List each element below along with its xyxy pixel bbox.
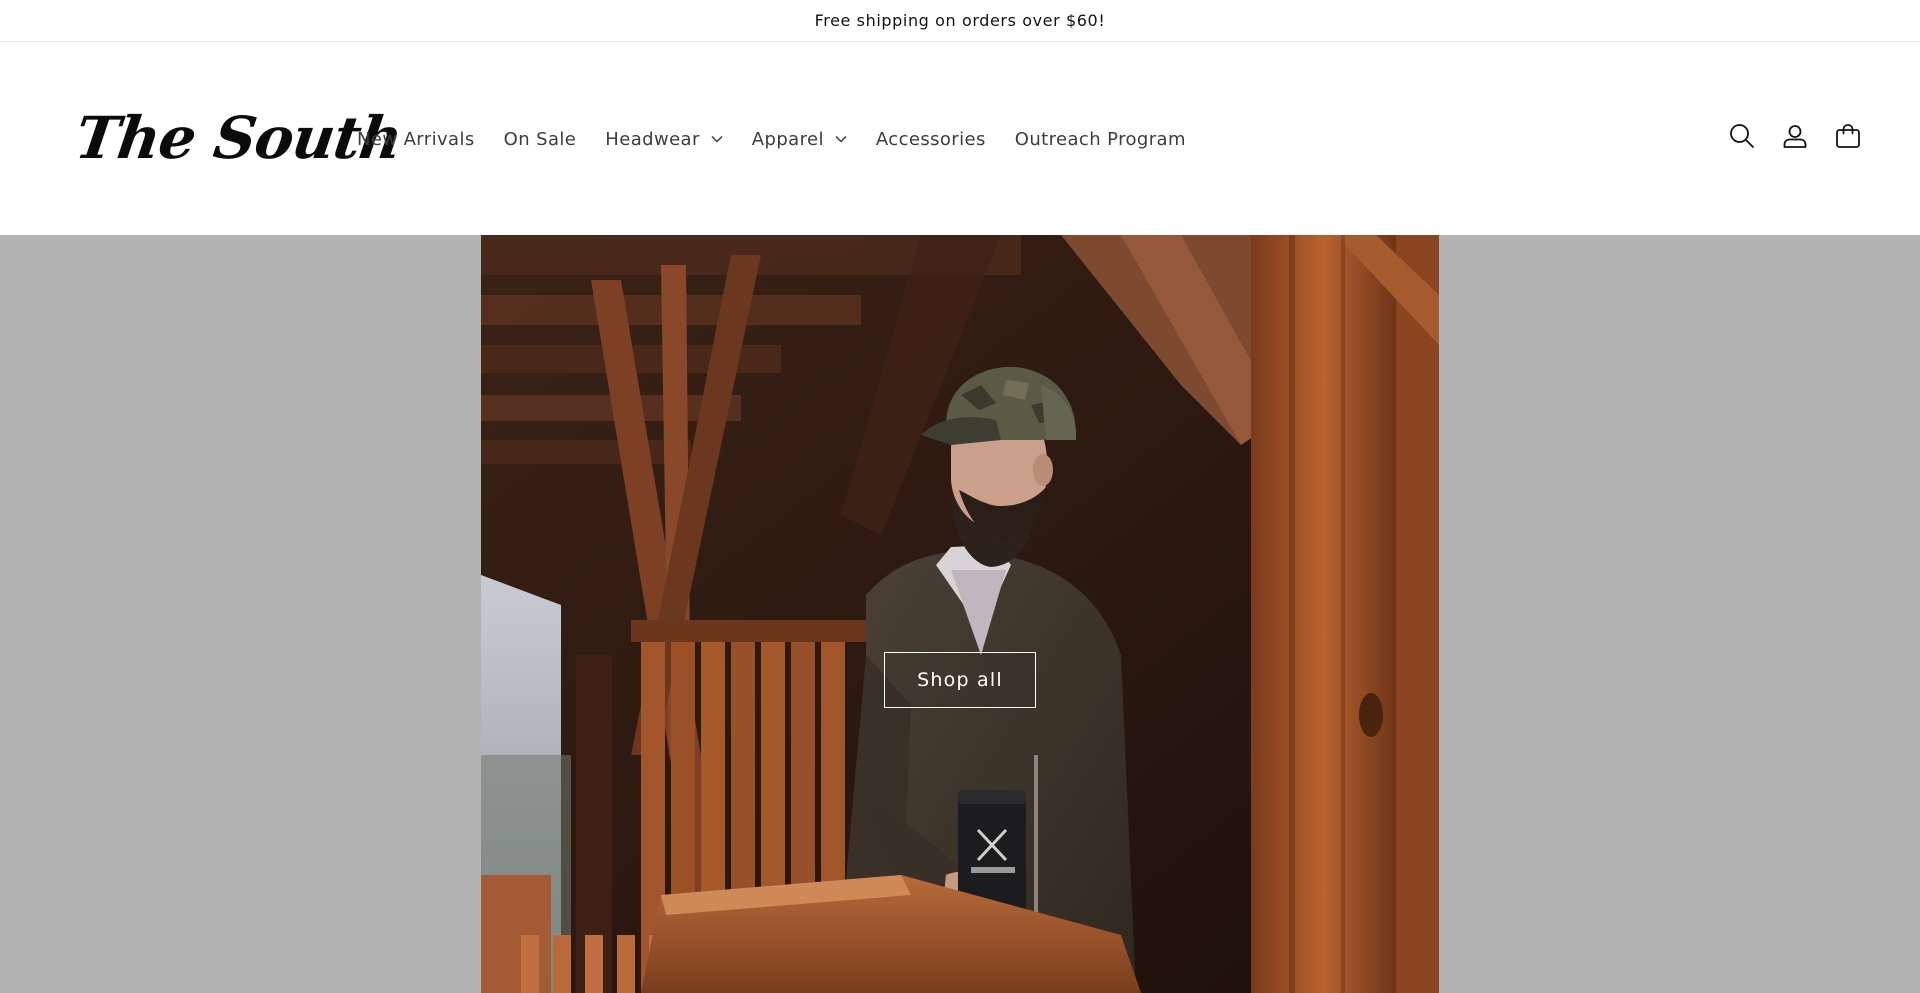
nav-item-label: Headwear — [605, 128, 700, 150]
search-button[interactable] — [1725, 121, 1759, 155]
nav-item-label: Accessories — [875, 128, 986, 150]
hero-image — [481, 235, 1439, 993]
announcement-bar: Free shipping on orders over $60! — [0, 0, 1920, 42]
chevron-down-icon — [835, 135, 847, 143]
nav-item-label: Outreach Program — [1014, 128, 1186, 150]
header-icons — [1725, 118, 1865, 158]
chevron-down-icon — [711, 135, 723, 143]
search-icon — [1729, 123, 1755, 153]
nav-item-label: New Arrivals — [357, 128, 475, 150]
hero-photo-illustration — [481, 235, 1439, 993]
nav-item-outreach-program[interactable]: Outreach Program — [1015, 129, 1186, 150]
cart-icon — [1835, 123, 1861, 153]
account-button[interactable] — [1778, 121, 1812, 155]
account-icon — [1782, 123, 1808, 153]
nav-item-label: On Sale — [503, 128, 577, 150]
main-navigation: New Arrivals On Sale Headwear Apparel Ac… — [357, 124, 1215, 154]
announcement-text: Free shipping on orders over $60! — [814, 11, 1106, 30]
cart-button[interactable] — [1831, 121, 1865, 155]
hero-banner: Shop all — [0, 235, 1920, 993]
nav-item-new-arrivals[interactable]: New Arrivals — [357, 129, 475, 150]
nav-item-on-sale[interactable]: On Sale — [504, 129, 577, 150]
store-logo[interactable]: The South — [71, 104, 406, 172]
site-header: The South New Arrivals On Sale Headwear … — [0, 42, 1920, 235]
nav-item-apparel[interactable]: Apparel — [752, 129, 847, 150]
shop-all-button[interactable]: Shop all — [884, 652, 1036, 708]
nav-item-headwear[interactable]: Headwear — [605, 129, 723, 150]
nav-item-label: Apparel — [751, 128, 824, 150]
nav-item-accessories[interactable]: Accessories — [876, 129, 986, 150]
